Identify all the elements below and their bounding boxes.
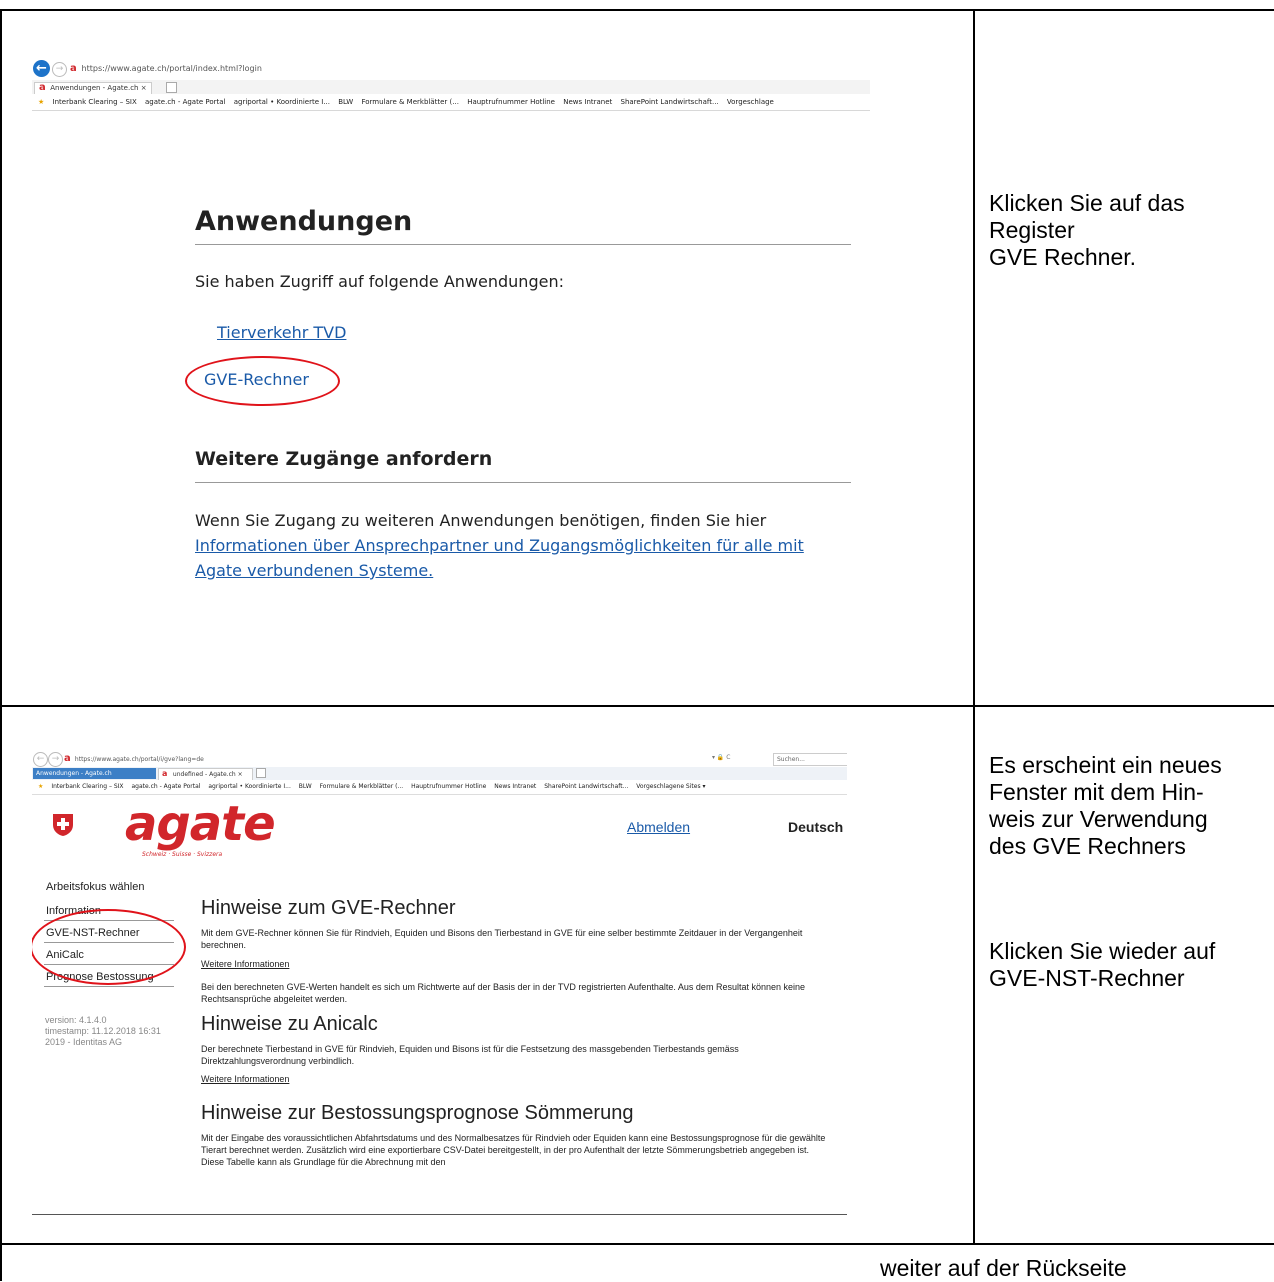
favorites-bar: ★ Interbank Clearing – SIX agate.ch - Ag… [32,780,847,795]
back-arrow-icon[interactable]: ← [33,752,48,767]
url-text: https://www.agate.ch/portal/index.html?l… [81,64,262,73]
instruction-step-2: Es erscheint ein neues Fenster mit dem H… [989,752,1222,859]
highlight-ellipse [185,356,340,406]
forward-arrow-icon[interactable]: → [52,62,67,77]
favorite-item[interactable]: BLW [299,783,312,790]
favorite-item[interactable]: Vorgeschlagene Sites ▾ [636,783,705,790]
favorite-item[interactable]: Hauptrufnummer Hotline [467,98,555,106]
page-title: Anwendungen [195,206,413,237]
access-info-link[interactable]: Informationen über Ansprechpartner und Z… [195,536,804,580]
language-selector[interactable]: Deutsch [788,819,843,835]
favorites-bar: ★ Interbank Clearing – SIX agate.ch - Ag… [32,94,870,111]
agate-favicon-icon: a [64,753,71,764]
new-tab-icon[interactable] [256,768,266,778]
table-border-top [0,9,1274,11]
favorite-item[interactable]: Hauptrufnummer Hotline [411,783,486,790]
intro-text: Sie haben Zugriff auf folgende Anwendung… [195,272,564,291]
new-tab-icon[interactable] [166,82,177,93]
instruction-step-3: Klicken Sie wieder auf GVE-NST-Rechner [989,938,1216,991]
browser-search-input[interactable]: Suchen... [773,753,847,766]
tab-title: Anwendungen - Agate.ch [50,84,139,92]
favorites-list: ★ Interbank Clearing – SIX agate.ch - Ag… [38,98,780,106]
browser-tab[interactable]: a Anwendungen - Agate.ch × [34,82,152,94]
favorite-item[interactable]: News Intranet [494,783,536,790]
more-info-link[interactable]: Weitere Informationen [201,959,289,969]
agate-favicon-icon: a [162,769,168,778]
swiss-cross-icon [53,814,73,836]
favorite-item[interactable]: Formulare & Merkblätter (... [320,783,404,790]
favorite-item[interactable]: Interbank Clearing – SIX [51,783,123,790]
paragraph-text: Wenn Sie Zugang zu weiteren Anwendungen … [195,511,767,530]
favorite-item[interactable]: SharePoint Landwirtschaft... [544,783,628,790]
table-border-left [0,9,2,1281]
favorite-item[interactable]: agate.ch - Agate Portal [145,98,225,106]
table-row-divider-bottom [0,1243,1274,1245]
star-icon: ★ [38,783,44,790]
url-field[interactable]: a https://www.agate.ch/portal/index.html… [70,63,262,74]
paragraph-gve-rechner: Mit dem GVE-Rechner können Sie für Rindv… [201,928,803,950]
browser-address-bar: ← → a https://www.agate.ch/portal/i/gve?… [32,751,847,768]
continue-note: weiter auf der Rückseite [880,1255,1127,1281]
agate-favicon-icon: a [39,82,46,93]
favorite-item[interactable]: SharePoint Landwirtschaft... [621,98,719,106]
agate-favicon-icon: a [70,63,77,74]
highlight-ellipse [32,909,186,985]
favorite-item[interactable]: agriportal • Koordinierte I... [208,783,291,790]
paragraph-anicalc: Der berechnete Tierbestand in GVE für Ri… [201,1044,739,1066]
instruction-step-1: Klicken Sie auf das Register GVE Rechner… [989,190,1185,270]
instruction-table: ← → a https://www.agate.ch/portal/index.… [0,0,1274,1281]
browser-tab-bar: Anwendungen - Agate.ch a undefined - Aga… [32,767,847,781]
favorite-item[interactable]: agate.ch - Agate Portal [131,783,200,790]
screenshot-bottom-rule [32,1214,847,1215]
favorite-item[interactable]: News Intranet [563,98,612,106]
logout-link[interactable]: Abmelden [627,819,690,835]
tab-title: undefined - Agate.ch [172,771,236,778]
table-row-divider [0,705,1274,707]
heading-anicalc: Hinweise zu Anicalc [201,1013,378,1035]
agate-logo-subtitle: Schweiz · Suisse · Svizzera [142,851,223,858]
section-title: Weitere Zugänge anfordern [195,448,493,470]
section-divider [195,482,851,483]
sidebar-heading: Arbeitsfokus wählen [46,881,145,893]
tab-title: Anwendungen - Agate.ch [36,770,112,777]
favorite-item[interactable]: Formulare & Merkblätter (... [361,98,459,106]
version-info: version: 4.1.4.0 timestamp: 11.12.2018 1… [45,1015,161,1047]
heading-gve-rechner: Hinweise zum GVE-Rechner [201,897,456,919]
browser-tab-active[interactable]: Anwendungen - Agate.ch [33,768,156,779]
favorites-list: ★ Interbank Clearing – SIX agate.ch - Ag… [38,783,712,790]
favorite-item[interactable]: Vorgeschlage [727,98,774,106]
screenshot-gve-hints: ← → a https://www.agate.ch/portal/i/gve?… [32,751,847,1219]
star-icon: ★ [38,98,45,106]
paragraph-bestossungsprognose: Mit der Eingabe des voraussichtlichen Ab… [201,1133,826,1167]
agate-logo[interactable]: agate [125,798,276,850]
app-link-tvd[interactable]: Tierverkehr TVD [217,323,346,342]
back-arrow-icon[interactable]: ← [33,60,50,77]
screenshot-applications: ← → a https://www.agate.ch/portal/index.… [32,58,870,618]
browser-address-bar: ← → a https://www.agate.ch/portal/index.… [32,58,870,81]
url-field[interactable]: a https://www.agate.ch/portal/i/gve?lang… [64,753,204,764]
url-text: https://www.agate.ch/portal/i/gve?lang=d… [74,756,204,763]
table-column-divider [973,9,975,1245]
heading-bestossungsprognose: Hinweise zur Bestossungsprognose Sömmeru… [201,1102,634,1124]
forward-arrow-icon[interactable]: → [48,752,63,767]
favorite-item[interactable]: BLW [338,98,353,106]
access-paragraph: Wenn Sie Zugang zu weiteren Anwendungen … [195,508,855,583]
favorite-item[interactable]: agriportal • Koordinierte I... [234,98,330,106]
title-divider [195,244,851,245]
browser-tab-bar: a Anwendungen - Agate.ch × [32,80,870,95]
lock-icon: ▾ 🔒 C [712,754,731,761]
favorite-item[interactable]: Interbank Clearing – SIX [53,98,137,106]
more-info-link[interactable]: Weitere Informationen [201,1074,289,1084]
paragraph-gve-values: Bei den berechneten GVE-Werten handelt e… [201,982,805,1004]
